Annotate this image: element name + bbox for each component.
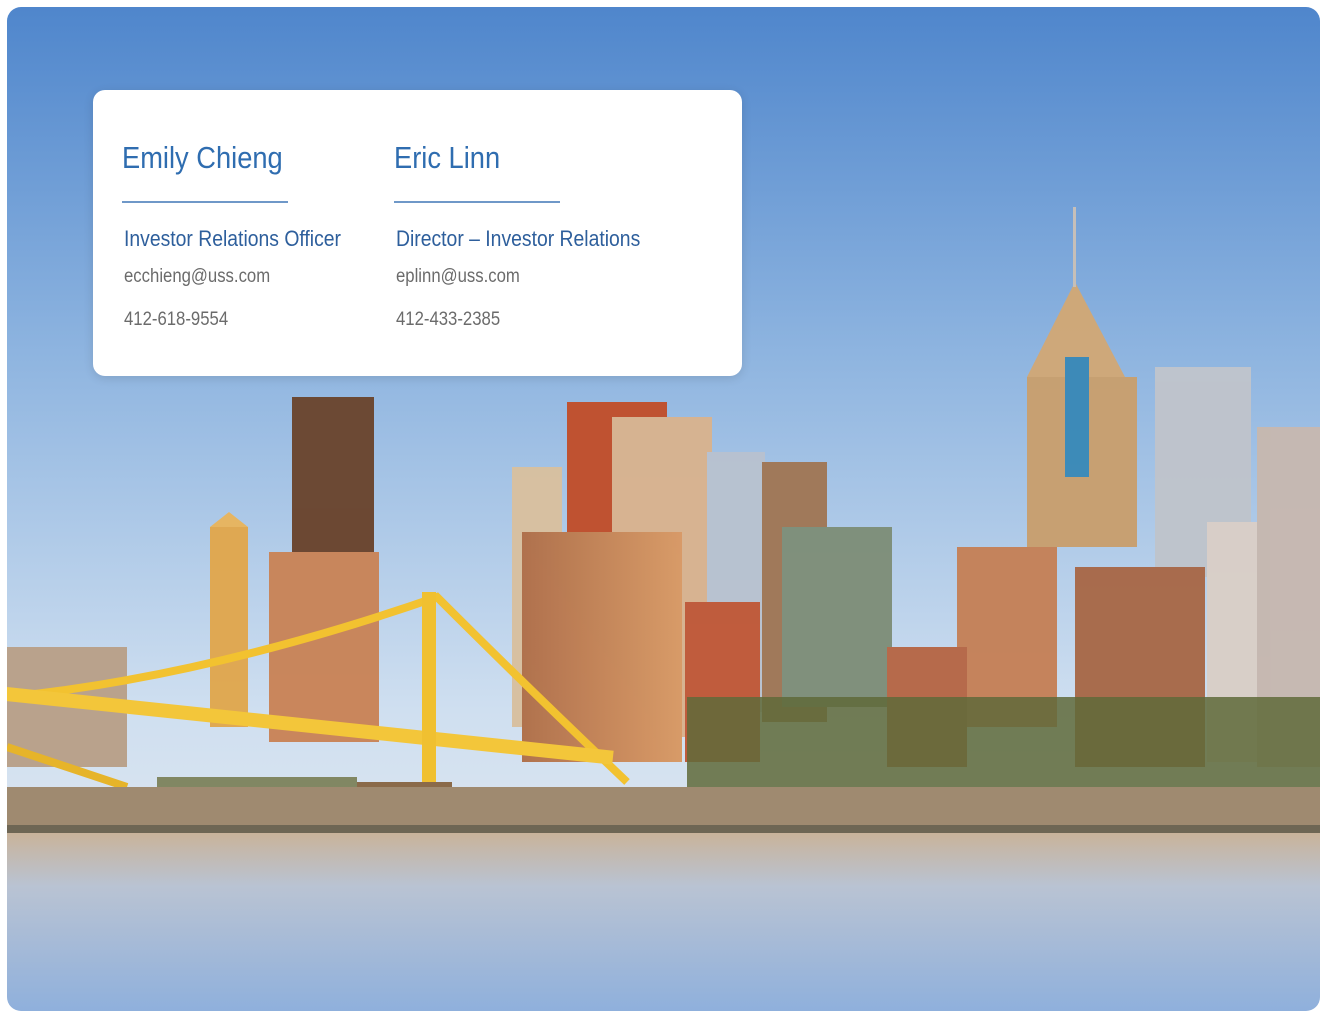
contact-phone[interactable]: 412-618-9554 [124, 309, 228, 331]
contact-name: Emily Chieng [122, 140, 283, 175]
contact-phone[interactable]: 412-433-2385 [396, 309, 500, 331]
contact-email[interactable]: eplinn@uss.com [396, 266, 520, 288]
name-underline [394, 201, 560, 203]
contact-name: Eric Linn [394, 140, 501, 175]
name-underline [122, 201, 288, 203]
contact-title: Investor Relations Officer [124, 226, 342, 251]
contact-email[interactable]: ecchieng@uss.com [124, 266, 270, 288]
investor-contacts-card: Emily Chieng Investor Relations Officer … [93, 90, 742, 376]
river-water [7, 833, 1320, 1011]
contact-title: Director – Investor Relations [396, 226, 641, 251]
